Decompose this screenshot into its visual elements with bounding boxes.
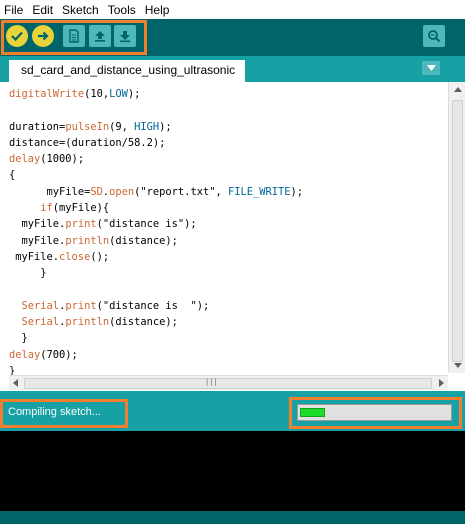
toolbar-highlight-box bbox=[1, 20, 147, 55]
tab-bar: sd_card_and_distance_using_ultrasonic bbox=[0, 56, 465, 82]
code-token: myFile. bbox=[9, 250, 60, 263]
code-token: Serial bbox=[21, 316, 60, 329]
code-token: SD bbox=[90, 185, 103, 198]
code-token: Serial bbox=[21, 299, 60, 312]
code-editor[interactable]: digitalWrite(10,LOW); duration=pulseIn(9,… bbox=[0, 82, 465, 391]
code-token: ("distance is"); bbox=[96, 218, 197, 231]
code-token: FILE_WRITE bbox=[227, 185, 291, 198]
code-line[interactable]: } bbox=[9, 330, 449, 346]
code-token: HIGH bbox=[134, 120, 160, 133]
code-token: close bbox=[59, 250, 91, 263]
status-highlight-box bbox=[0, 399, 128, 428]
code-line[interactable]: duration=pulseIn(9, HIGH); bbox=[9, 119, 449, 135]
tab-sketch[interactable]: sd_card_and_distance_using_ultrasonic bbox=[9, 60, 245, 82]
menu-edit[interactable]: Edit bbox=[32, 3, 53, 17]
code-token: (9, bbox=[109, 120, 135, 133]
code-token: ("report.txt", bbox=[134, 185, 228, 198]
code-token: delay bbox=[9, 348, 41, 361]
scroll-right-icon[interactable] bbox=[439, 379, 444, 387]
code-token: delay bbox=[9, 153, 41, 166]
code-token: println bbox=[65, 234, 110, 247]
code-token: ("distance is "); bbox=[96, 299, 210, 312]
code-line[interactable]: if(myFile){ bbox=[9, 200, 449, 216]
menu-bar: File Edit Sketch Tools Help bbox=[0, 0, 465, 19]
code-token: open bbox=[109, 185, 135, 198]
code-token: pulseIn bbox=[65, 120, 110, 133]
toolbar bbox=[0, 19, 465, 56]
code-token: (myFile){ bbox=[52, 202, 110, 215]
progress-highlight-box bbox=[289, 397, 462, 429]
code-token: if bbox=[40, 202, 53, 215]
footer-bar bbox=[0, 511, 465, 524]
code-token: ); bbox=[127, 88, 141, 100]
code-token: ); bbox=[159, 120, 172, 133]
code-line[interactable]: digitalWrite(10,LOW); bbox=[9, 86, 449, 102]
code-line[interactable]: myFile.print("distance is"); bbox=[9, 216, 449, 232]
code-token: (10, bbox=[84, 88, 110, 100]
code-token: LOW bbox=[109, 88, 128, 100]
code-token: print bbox=[65, 218, 97, 231]
scroll-up-icon[interactable] bbox=[454, 87, 462, 92]
scroll-left-icon[interactable] bbox=[13, 379, 18, 387]
code-token: myFile. bbox=[9, 234, 66, 247]
serial-monitor-button[interactable] bbox=[423, 25, 445, 47]
code-token: distance=(duration/58.2); bbox=[9, 136, 166, 149]
code-token: (distance); bbox=[109, 316, 178, 329]
code-token: myFile. bbox=[9, 218, 66, 231]
code-line[interactable]: delay(700); bbox=[9, 347, 449, 363]
code-line[interactable] bbox=[9, 282, 449, 298]
code-token: (700); bbox=[40, 348, 78, 361]
horizontal-scrollbar[interactable]: ||| bbox=[9, 375, 448, 390]
code-token: duration= bbox=[9, 120, 66, 133]
code-token: } bbox=[9, 267, 47, 280]
code-line[interactable]: myFile.println(distance); bbox=[9, 233, 449, 249]
horizontal-scroll-thumb[interactable] bbox=[24, 378, 432, 389]
tab-menu-button[interactable] bbox=[422, 61, 440, 75]
code-line[interactable]: } bbox=[9, 265, 449, 281]
code-text[interactable]: digitalWrite(10,LOW); duration=pulseIn(9,… bbox=[9, 86, 449, 379]
serial-monitor-icon bbox=[428, 30, 441, 43]
menu-help[interactable]: Help bbox=[145, 3, 170, 17]
code-line[interactable]: { bbox=[9, 167, 449, 183]
code-token: print bbox=[65, 299, 97, 312]
code-line[interactable]: myFile=SD.open("report.txt", FILE_WRITE)… bbox=[9, 184, 449, 200]
menu-file[interactable]: File bbox=[4, 3, 23, 17]
code-token: myFile= bbox=[9, 185, 91, 198]
code-line[interactable]: Serial.print("distance is "); bbox=[9, 298, 449, 314]
code-token: digitalWrite bbox=[9, 88, 85, 100]
vertical-scrollbar[interactable] bbox=[448, 82, 465, 373]
scroll-down-icon[interactable] bbox=[454, 363, 462, 368]
chevron-down-icon bbox=[426, 65, 436, 71]
status-bar: Compiling sketch... bbox=[0, 391, 465, 431]
code-token: println bbox=[65, 316, 110, 329]
vertical-scroll-thumb[interactable] bbox=[452, 100, 463, 362]
scroll-grip-icon: ||| bbox=[205, 378, 218, 386]
tab-label: sd_card_and_distance_using_ultrasonic bbox=[21, 63, 236, 77]
console-output[interactable] bbox=[0, 431, 465, 511]
code-token: { bbox=[9, 169, 16, 182]
code-line[interactable] bbox=[9, 102, 449, 118]
menu-tools[interactable]: Tools bbox=[108, 3, 136, 17]
code-line[interactable]: myFile.close(); bbox=[9, 249, 449, 265]
code-token: (); bbox=[90, 250, 110, 263]
menu-sketch[interactable]: Sketch bbox=[62, 3, 99, 17]
code-line[interactable]: distance=(duration/58.2); bbox=[9, 135, 449, 151]
code-token: } bbox=[9, 332, 28, 345]
code-line[interactable]: delay(1000); bbox=[9, 151, 449, 167]
code-token: ); bbox=[290, 185, 304, 198]
code-token: (distance); bbox=[109, 234, 178, 247]
code-token: (1000); bbox=[40, 153, 85, 166]
code-line[interactable]: Serial.println(distance); bbox=[9, 314, 449, 330]
